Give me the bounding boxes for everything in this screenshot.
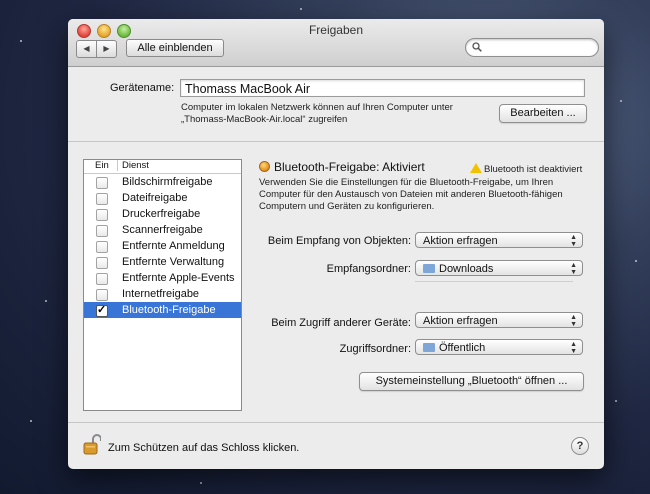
receive-objects-popup[interactable]: Aktion erfragen ▲ ▼ [415,232,583,248]
device-name-field[interactable]: Thomass MacBook Air [180,79,585,97]
service-label: Entfernte Anmeldung [122,240,225,252]
forward-button[interactable]: ▶ [96,41,116,57]
service-item-scanner-sharing[interactable]: Scannerfreigabe [84,222,241,238]
description-line1: Verwenden Sie die Einstellungen für die … [259,177,554,188]
divider [68,141,604,142]
receive-objects-value: Aktion erfragen [423,235,498,247]
service-item-remote-login[interactable]: Entfernte Anmeldung [84,238,241,254]
navigation-buttons: ◀ ▶ [76,40,117,58]
service-item-screen-sharing[interactable]: Bildschirmfreigabe [84,174,241,190]
access-folder-label: Zugriffsordner: [339,343,411,355]
folder-icon [423,264,435,273]
section-separator [415,281,573,282]
service-label: Dateifreigabe [122,192,188,204]
title-bar: Freigaben ◀ ▶ Alle einblenden [68,19,604,67]
service-checkbox[interactable] [96,225,108,237]
service-label: Internetfreigabe [122,288,200,300]
service-checkbox[interactable] [96,273,108,285]
service-item-printer-sharing[interactable]: Druckerfreigabe [84,206,241,222]
edit-button[interactable]: Bearbeiten ... [499,104,587,123]
service-list-header: Ein Dienst [84,160,241,174]
column-header-service[interactable]: Dienst [117,160,149,171]
service-checkbox[interactable] [96,177,108,189]
footer-divider [68,422,604,423]
service-item-internet-sharing[interactable]: Internetfreigabe [84,286,241,302]
service-label: Entfernte Verwaltung [122,256,225,268]
popup-arrows-icon: ▲ ▼ [570,341,577,355]
status-indicator-icon [259,161,270,172]
service-label: Bluetooth-Freigabe [122,304,216,316]
service-list: Ein Dienst Bildschirmfreigabe Dateifreig… [83,159,242,411]
access-folder-popup[interactable]: Öffentlich ▲ ▼ [415,339,583,355]
window-title: Freigaben [308,23,364,37]
access-label: Beim Zugriff anderer Geräte: [271,317,411,329]
service-label: Druckerfreigabe [122,208,201,220]
receive-folder-popup[interactable]: Downloads ▲ ▼ [415,260,583,276]
access-popup[interactable]: Aktion erfragen ▲ ▼ [415,312,583,328]
search-field[interactable] [465,38,599,57]
receive-objects-label: Beim Empfang von Objekten: [267,235,411,247]
column-header-on[interactable]: Ein [95,160,109,171]
service-checkbox[interactable] [96,241,108,253]
receive-folder-label: Empfangsordner: [326,263,411,275]
service-item-remote-management[interactable]: Entfernte Verwaltung [84,254,241,270]
service-item-bluetooth-sharing[interactable]: Bluetooth-Freigabe [84,302,241,318]
popup-arrows-icon: ▲ ▼ [570,262,577,276]
service-checkbox[interactable] [96,257,108,269]
service-checkbox[interactable] [96,193,108,205]
open-bluetooth-preferences-button[interactable]: Systemeinstellung „Bluetooth“ öffnen ... [359,372,584,391]
service-label: Scannerfreigabe [122,224,203,236]
search-icon [472,42,482,52]
description-line2: Computer für den Austausch von Dateien m… [259,189,563,200]
service-item-remote-apple-events[interactable]: Entfernte Apple-Events [84,270,241,286]
receive-folder-value: Downloads [439,263,494,275]
access-value: Aktion erfragen [423,315,498,327]
help-button[interactable]: ? [571,437,589,455]
service-label: Entfernte Apple-Events [122,272,235,284]
access-folder-value: Öffentlich [439,342,486,354]
popup-arrows-icon: ▲ ▼ [570,234,577,248]
status-text: Bluetooth-Freigabe: Aktiviert [274,160,425,174]
network-info-line2: „Thomass-MacBook-Air.local“ zugreifen [181,114,348,125]
bluetooth-warning: Bluetooth ist deaktiviert [470,162,582,176]
back-button[interactable]: ◀ [77,41,96,57]
lock-icon[interactable] [83,433,101,455]
service-item-file-sharing[interactable]: Dateifreigabe [84,190,241,206]
service-checkbox[interactable] [96,209,108,221]
preferences-window: Freigaben ◀ ▶ Alle einblenden Gerätename… [68,19,604,469]
service-checkbox[interactable] [96,289,108,301]
lock-hint: Zum Schützen auf das Schloss klicken. [108,442,300,454]
warning-text: Bluetooth ist deaktiviert [484,164,583,175]
device-name-label: Gerätename: [110,82,175,94]
popup-arrows-icon: ▲ ▼ [570,314,577,328]
folder-icon [423,343,435,352]
warning-icon [470,163,482,173]
network-info-line1: Computer im lokalen Netzwerk können auf … [181,102,453,113]
description-line3: Computern und Geräten zu konfigurieren. [259,201,435,212]
service-label: Bildschirmfreigabe [122,176,213,188]
show-all-button[interactable]: Alle einblenden [126,39,224,57]
service-checkbox-checked[interactable] [96,302,108,318]
